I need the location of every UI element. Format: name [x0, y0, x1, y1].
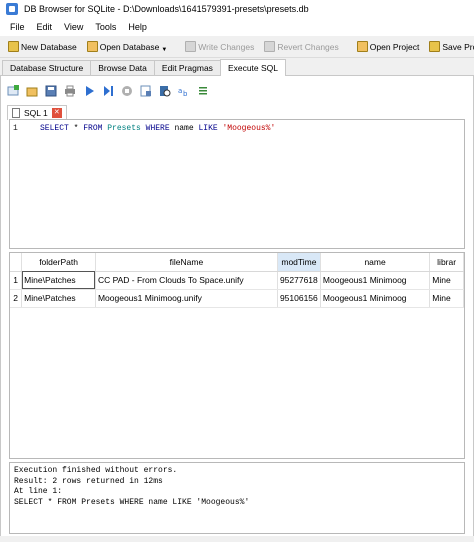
tab-database-structure[interactable]: Database Structure — [2, 60, 92, 75]
menu-help[interactable]: Help — [122, 22, 153, 32]
results-table: folderPath fileName modTime name librar … — [10, 253, 464, 308]
close-icon[interactable]: ✕ — [51, 108, 62, 118]
sql-text: name — [169, 124, 199, 133]
sql-keyword: FROM — [83, 124, 103, 133]
app-icon — [6, 3, 18, 15]
message-pane[interactable]: Execution finished without errors. Resul… — [9, 462, 465, 534]
sql-text: * — [68, 124, 84, 133]
tab-execute-sql[interactable]: Execute SQL — [219, 59, 287, 76]
save-project-label: Save Project — [442, 41, 474, 52]
sql-editor-tabs: SQL 1 ✕ — [7, 104, 67, 120]
new-database-label: New Database — [21, 41, 77, 52]
write-changes-label: Write Changes — [198, 41, 255, 52]
stop-icon[interactable] — [121, 85, 133, 97]
cell-filename[interactable]: CC PAD - From Clouds To Space.unify — [95, 271, 278, 290]
menu-bar: File Edit View Tools Help — [0, 18, 474, 36]
revert-changes-icon — [264, 41, 276, 52]
corner-cell[interactable] — [10, 253, 23, 272]
line-number: 1 — [13, 124, 18, 133]
cell-folderpath[interactable]: Mine\Patches — [21, 289, 96, 308]
table-row[interactable]: 2 Mine\Patches Moogeous1 Minimoog.unify … — [10, 289, 464, 308]
sql-code[interactable]: SELECT * FROM Presets WHERE name LIKE 'M… — [40, 124, 275, 133]
sql-keyword: SELECT — [40, 124, 69, 133]
menu-view[interactable]: View — [58, 22, 89, 32]
cell-modtime[interactable]: 95106156 — [277, 289, 321, 308]
svg-text:a: a — [178, 87, 182, 95]
column-header-folderpath[interactable]: folderPath — [21, 253, 96, 272]
comment-icon[interactable] — [197, 85, 209, 97]
sql-table-name: Presets — [102, 124, 146, 133]
tab-edit-pragmas[interactable]: Edit Pragmas — [153, 60, 221, 75]
line-number-gutter: 1 — [10, 120, 34, 248]
sql-string-literal: 'Moogeous%' — [217, 124, 276, 133]
tab-sql-1[interactable]: SQL 1 ✕ — [7, 105, 67, 120]
revert-changes-button[interactable]: Revert Changes — [260, 38, 342, 56]
sql-keyword: LIKE — [198, 124, 218, 133]
document-icon — [12, 108, 20, 118]
save-project-button[interactable]: Save Project — [425, 38, 474, 56]
save-sql-file-icon[interactable] — [45, 85, 57, 97]
menu-tools[interactable]: Tools — [89, 22, 122, 32]
cell-name[interactable]: Moogeous1 Minimoog — [320, 271, 431, 290]
open-database-button[interactable]: Open Database ▼ — [83, 38, 172, 56]
table-row[interactable]: 1 Mine\Patches CC PAD - From Clouds To S… — [10, 271, 464, 290]
new-database-icon — [8, 41, 19, 52]
cell-library[interactable]: Mine — [429, 271, 464, 290]
main-toolbar: New Database Open Database ▼ Write Chang… — [0, 36, 474, 58]
new-database-button[interactable]: New Database — [4, 38, 81, 56]
execute-line-icon[interactable] — [102, 85, 114, 97]
message-line: At line 1: — [14, 487, 63, 496]
write-changes-icon — [185, 41, 197, 52]
chevron-down-icon[interactable]: ▼ — [161, 47, 167, 53]
sql-tab-label: SQL 1 — [24, 108, 48, 118]
status-bar — [0, 536, 474, 542]
open-sql-file-icon[interactable] — [26, 85, 38, 97]
cell-name[interactable]: Moogeous1 Minimoog — [320, 289, 431, 308]
find-icon[interactable] — [159, 85, 171, 97]
column-header-filename[interactable]: fileName — [95, 253, 278, 272]
row-number[interactable]: 1 — [10, 271, 23, 290]
svg-text:b: b — [183, 90, 188, 97]
menu-edit[interactable]: Edit — [31, 22, 59, 32]
sql-toolbar: ab — [7, 80, 216, 102]
menu-file[interactable]: File — [4, 22, 31, 32]
window-title: DB Browser for SQLite - D:\Downloads\164… — [24, 4, 309, 14]
main-tabs: Database Structure Browse Data Edit Prag… — [0, 59, 474, 76]
open-database-label: Open Database — [99, 41, 160, 52]
column-header-name[interactable]: name — [320, 253, 431, 272]
print-icon[interactable] — [64, 85, 76, 97]
cell-folderpath[interactable]: Mine\Patches — [21, 271, 96, 290]
message-line: SELECT * FROM Presets WHERE name LIKE 'M… — [14, 497, 250, 507]
write-changes-button[interactable]: Write Changes — [181, 38, 258, 56]
open-database-icon — [86, 41, 98, 52]
revert-changes-label: Revert Changes — [277, 41, 339, 52]
message-lines: Execution finished without errors. Resul… — [11, 466, 249, 508]
open-project-button[interactable]: Open Project — [353, 38, 424, 56]
save-project-icon — [429, 41, 441, 52]
open-project-label: Open Project — [369, 41, 420, 52]
cell-filename[interactable]: Moogeous1 Minimoog.unify — [95, 289, 278, 308]
sql-editor[interactable]: 1 SELECT * FROM Presets WHERE name LIKE … — [9, 119, 465, 249]
sql-keyword: WHERE — [145, 124, 170, 133]
column-header-library[interactable]: librar — [429, 253, 464, 272]
results-grid[interactable]: folderPath fileName modTime name librar … — [9, 252, 465, 459]
execute-all-icon[interactable] — [83, 85, 95, 97]
save-results-icon[interactable] — [140, 85, 152, 97]
column-header-modtime[interactable]: modTime — [277, 253, 321, 272]
find-replace-icon[interactable]: ab — [178, 85, 190, 98]
message-line: Result: 2 rows returned in 12ms — [14, 476, 163, 486]
cell-library[interactable]: Mine — [429, 289, 464, 308]
execute-sql-page: ab SQL 1 ✕ 1 SELECT * FROM Presets WHERE… — [0, 76, 474, 542]
message-line: Execution finished without errors. — [14, 466, 178, 475]
cell-modtime[interactable]: 95277618 — [277, 271, 321, 290]
open-project-icon — [356, 41, 368, 52]
header-row: folderPath fileName modTime name librar — [10, 253, 464, 272]
tab-browse-data[interactable]: Browse Data — [90, 60, 155, 75]
title-bar: DB Browser for SQLite - D:\Downloads\164… — [0, 0, 474, 18]
row-number[interactable]: 2 — [10, 289, 23, 308]
open-tab-icon[interactable] — [7, 85, 19, 97]
